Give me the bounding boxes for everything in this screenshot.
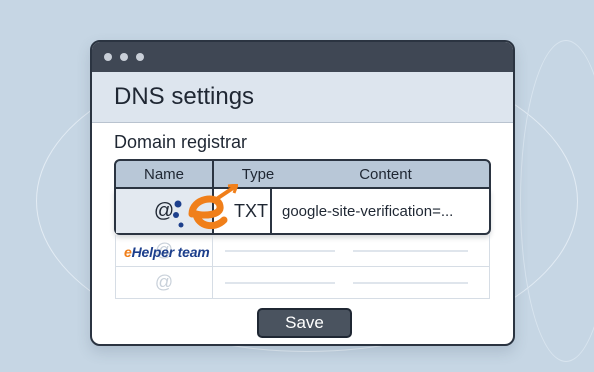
section-label: Domain registrar (114, 132, 248, 152)
table-row: @ (115, 267, 490, 299)
window-dot-icon[interactable] (120, 53, 128, 61)
window-dot-icon[interactable] (104, 53, 112, 61)
watermark-prefix: e (124, 244, 132, 260)
watermark-text: Helper team (131, 244, 210, 260)
dns-settings-window: DNS settings Domain registrar Name Type … (90, 40, 515, 346)
background-arc (520, 40, 594, 362)
column-header-content[interactable]: Content (302, 166, 489, 183)
watermark: eHelper team (124, 244, 210, 260)
save-button[interactable]: Save (257, 308, 352, 338)
window-titlebar (92, 42, 513, 72)
placeholder-line (225, 249, 335, 252)
ehelper-logo-icon (173, 184, 238, 230)
ghost-name-cell: @ (116, 267, 213, 298)
window-dot-icon[interactable] (136, 53, 144, 61)
placeholder-line (225, 281, 335, 284)
placeholder-line (353, 249, 468, 252)
column-header-type[interactable]: Type (214, 166, 302, 183)
placeholder-line (353, 281, 468, 284)
page-title: DNS settings (114, 83, 255, 110)
record-content-cell[interactable]: google-site-verification=... (272, 203, 489, 220)
page-header: DNS settings (92, 72, 513, 123)
